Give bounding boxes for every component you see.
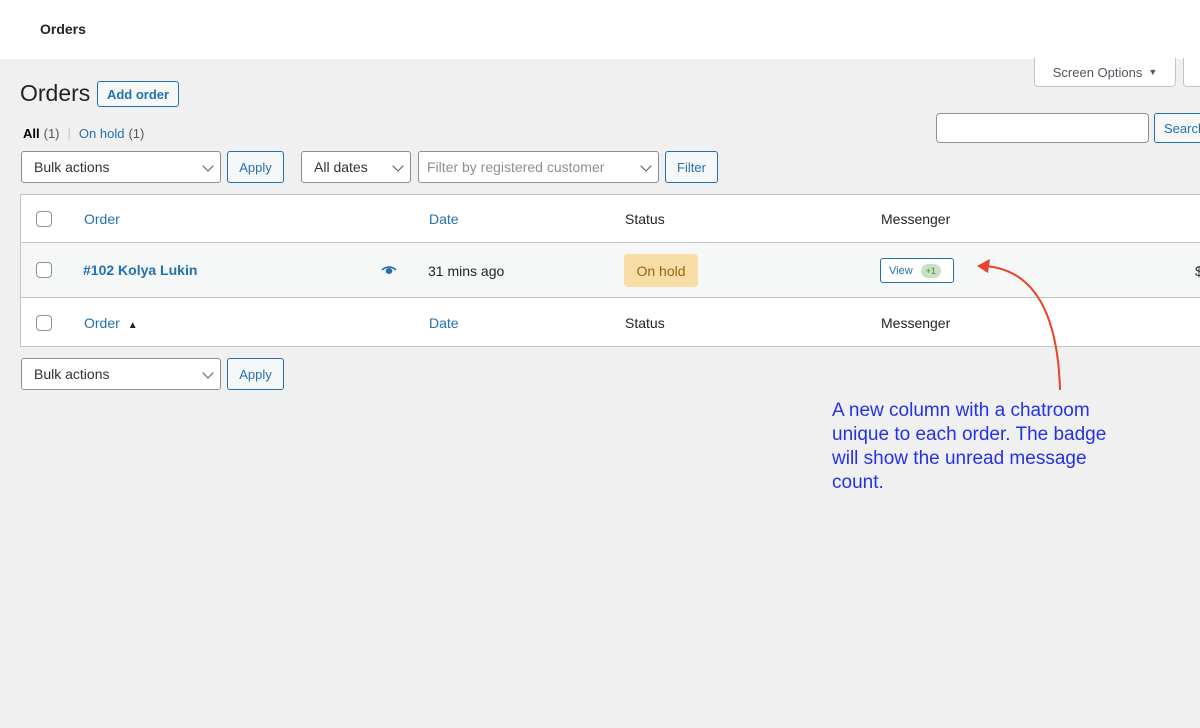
bulk-actions-value: Bulk actions (34, 159, 110, 175)
select-all-checkbox[interactable] (36, 211, 52, 227)
search-button[interactable]: Search (1154, 113, 1200, 143)
header-title: Orders (40, 21, 86, 37)
search-input[interactable] (936, 113, 1149, 143)
caret-down-icon: ▼ (1148, 67, 1158, 77)
unread-count-badge: +1 (920, 263, 941, 278)
column-messenger-footer: Messenger (881, 315, 951, 331)
screen-options-label: Screen Options (1052, 64, 1143, 80)
view-all-count: (1) (43, 126, 60, 141)
apply-button[interactable]: Apply (227, 151, 284, 183)
chevron-down-icon (640, 160, 652, 172)
column-date[interactable]: Date (429, 211, 459, 227)
page-title: Orders (20, 80, 91, 106)
apply-button-bottom[interactable]: Apply (227, 358, 284, 390)
table-header: Order Date Status Messenger (21, 195, 1200, 243)
row-checkbox[interactable] (36, 262, 52, 278)
customer-filter-placeholder: Filter by registered customer (427, 159, 605, 175)
screen-options-button[interactable]: Screen Options ▼ (1034, 58, 1176, 87)
sort-ascending-icon: ▲ (127, 320, 138, 331)
bulk-actions-select-bottom[interactable]: Bulk actions (21, 358, 221, 390)
select-all-checkbox-footer[interactable] (36, 315, 52, 331)
column-date-footer[interactable]: Date (429, 315, 459, 331)
status-badge: On hold (624, 254, 698, 287)
chevron-down-icon (202, 160, 214, 172)
dates-select[interactable]: All dates (301, 151, 411, 183)
view-separator: | (67, 126, 71, 141)
view-on-hold[interactable]: On hold (79, 126, 125, 141)
customer-filter-select[interactable]: Filter by registered customer (418, 151, 659, 183)
annotation-arrow (977, 259, 1061, 391)
chevron-down-icon (392, 160, 404, 172)
chevron-down-icon (202, 367, 214, 379)
column-order[interactable]: Order (84, 211, 120, 227)
view-label: View (889, 264, 913, 277)
column-order-footer[interactable]: Order ▲ (84, 315, 138, 331)
bulk-actions-select[interactable]: Bulk actions (21, 151, 221, 183)
dates-value: All dates (314, 159, 368, 175)
bulk-actions-value-bottom: Bulk actions (34, 366, 110, 382)
view-on-hold-count: (1) (128, 126, 145, 141)
eye-icon[interactable] (381, 263, 397, 280)
order-link[interactable]: #102 Kolya Lukin (83, 262, 197, 278)
status-views: All (1) | On hold (1) (23, 126, 144, 141)
help-tab[interactable] (1183, 58, 1200, 87)
order-total: $ (1195, 263, 1200, 279)
messenger-view-button[interactable]: View +1 (880, 258, 954, 283)
admin-header: Orders (0, 0, 1200, 59)
column-status-footer: Status (625, 315, 665, 331)
column-order-label: Order (84, 315, 120, 331)
column-status: Status (625, 211, 665, 227)
annotation-note: A new column with a chatroom unique to e… (832, 400, 1107, 493)
add-order-button[interactable]: Add order (97, 81, 179, 107)
filter-button[interactable]: Filter (665, 151, 718, 183)
column-messenger: Messenger (881, 211, 951, 227)
order-date: 31 mins ago (428, 263, 505, 279)
view-all[interactable]: All (23, 126, 40, 141)
